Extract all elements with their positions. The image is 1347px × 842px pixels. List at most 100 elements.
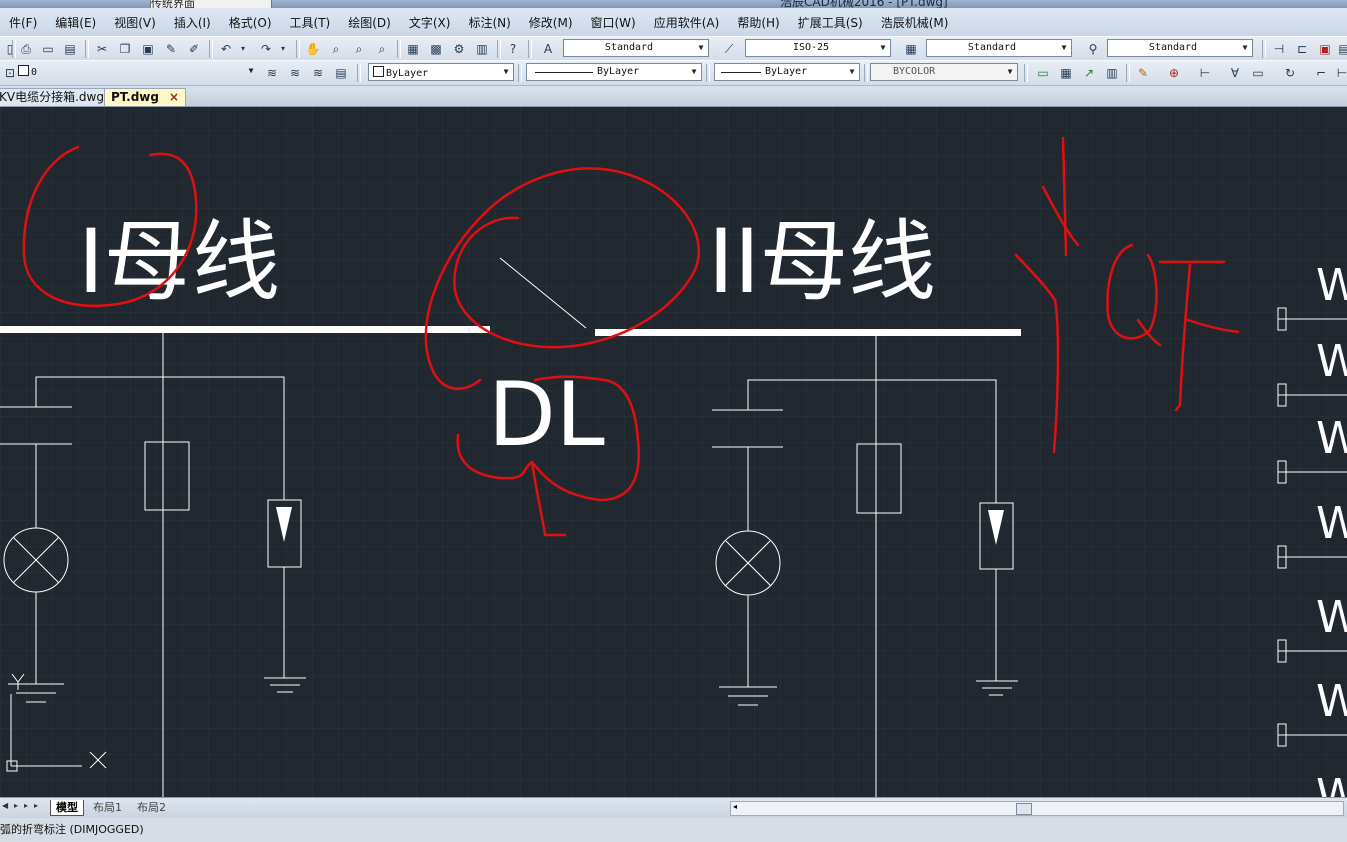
- zoom-previous-icon[interactable]: ⌕: [374, 41, 390, 57]
- plotstyle-value: BYCOLOR: [893, 66, 936, 77]
- toolbar-separator: [497, 40, 501, 58]
- layer-tool-icon[interactable]: ▤: [1336, 41, 1347, 57]
- tool-palettes-icon[interactable]: ⚙: [451, 41, 467, 57]
- bus1-bar[interactable]: [0, 326, 490, 333]
- osnap-icon[interactable]: ⊕: [1166, 65, 1182, 81]
- bus2-bar[interactable]: [595, 329, 1021, 336]
- pencil-icon[interactable]: ✎: [1135, 65, 1151, 81]
- tab-layout1[interactable]: 布局1: [88, 800, 127, 815]
- refresh-icon[interactable]: ↻: [1282, 65, 1298, 81]
- scroll-thumb[interactable]: [1016, 803, 1032, 815]
- redo-icon[interactable]: ↷: [258, 41, 274, 57]
- menu-text[interactable]: 文字(X): [400, 14, 460, 31]
- calculator-icon[interactable]: ▥: [474, 41, 490, 57]
- tab-pt[interactable]: PT.dwg ×: [104, 88, 187, 106]
- table-style-combo[interactable]: Standard ▼: [926, 39, 1072, 57]
- layer-tool-icon[interactable]: ⊣: [1271, 41, 1287, 57]
- properties-icon[interactable]: ▦: [405, 41, 421, 57]
- menu-insert[interactable]: 插入(I): [165, 14, 220, 31]
- plotstyle-combo[interactable]: BYCOLOR ▼: [870, 63, 1018, 81]
- drawing-canvas[interactable]: I母线 II母线 DL W W W W W W W: [0, 107, 1347, 797]
- terminal-label: W: [1316, 498, 1347, 549]
- menu-modify[interactable]: 修改(M): [520, 14, 582, 31]
- last-tab-icon[interactable]: ▸: [34, 801, 38, 810]
- workspace-combo[interactable]: 传统界面: [150, 0, 272, 8]
- layer-previous-icon[interactable]: ≋: [287, 65, 303, 81]
- menu-tools[interactable]: 工具(T): [281, 14, 340, 31]
- toolbar-separator: [357, 64, 361, 82]
- lineweight-combo[interactable]: ByLayer ▼: [714, 63, 860, 81]
- pan-icon[interactable]: ✋: [305, 41, 321, 57]
- menu-window[interactable]: 窗口(W): [582, 14, 645, 31]
- zoom-window-icon[interactable]: ⌕: [351, 41, 367, 57]
- dim-style-icon: ⟋: [724, 42, 734, 56]
- bus2-label[interactable]: II母线: [708, 210, 936, 313]
- toolbar-separator: [12, 40, 16, 58]
- prev-tab-icon[interactable]: ▸: [14, 801, 18, 810]
- redo-dropdown-icon[interactable]: ▾: [278, 41, 288, 57]
- mleader-style-icon: ⚲: [1088, 42, 1098, 56]
- color-swatch: [373, 66, 384, 77]
- make-current-layer-icon[interactable]: ≋: [264, 65, 280, 81]
- block-editor-icon[interactable]: ✐: [186, 41, 202, 57]
- dim-tool-icon[interactable]: ▭: [1250, 65, 1266, 81]
- spline-icon[interactable]: ↗: [1081, 65, 1097, 81]
- toolbar-separator: [85, 40, 89, 58]
- chevron-down-icon: ▼: [1061, 43, 1067, 52]
- terminal-label: W: [1316, 592, 1347, 643]
- menu-help[interactable]: 帮助(H): [728, 14, 788, 31]
- tab-layout2[interactable]: 布局2: [132, 800, 171, 815]
- table-icon[interactable]: ▥: [1104, 65, 1120, 81]
- leader-icon[interactable]: ⌐: [1313, 65, 1329, 81]
- layer-value: 0: [18, 65, 240, 78]
- undo-dropdown-icon[interactable]: ▾: [238, 41, 248, 57]
- toolbar-separator: [296, 40, 300, 58]
- menu-view[interactable]: 视图(V): [105, 14, 165, 31]
- title-bar: 传统界面 浩辰CAD机械2016 - [PT.dwg]: [0, 0, 1347, 8]
- polyline-icon[interactable]: ▭: [1035, 65, 1051, 81]
- menu-draw[interactable]: 绘图(D): [339, 14, 400, 31]
- hatch-icon[interactable]: ▦: [1058, 65, 1074, 81]
- menu-mech[interactable]: 浩辰机械(M): [872, 14, 958, 31]
- first-tab-icon[interactable]: ◀: [2, 801, 8, 810]
- text-style-combo[interactable]: Standard ▼: [563, 39, 709, 57]
- linetype-combo[interactable]: ByLayer ▼: [526, 63, 702, 81]
- layer-tool-icon[interactable]: ▣: [1317, 41, 1333, 57]
- next-tab-icon[interactable]: ▸: [24, 801, 28, 810]
- bus1-label[interactable]: I母线: [78, 210, 280, 313]
- mleader-style-combo[interactable]: Standard ▼: [1107, 39, 1253, 57]
- menu-ext-tools[interactable]: 扩展工具(S): [789, 14, 872, 31]
- help-icon[interactable]: ?: [505, 41, 521, 57]
- layer-match-icon[interactable]: ▤: [333, 65, 349, 81]
- cut-icon[interactable]: ✂: [94, 41, 110, 57]
- menu-file[interactable]: 件(F): [0, 14, 46, 31]
- layer-tool-icon[interactable]: ⊏: [1294, 41, 1310, 57]
- menu-dimension[interactable]: 标注(N): [459, 14, 519, 31]
- dim-tool-icon[interactable]: ∀: [1227, 65, 1243, 81]
- menu-apps[interactable]: 应用软件(A): [645, 14, 729, 31]
- layer-isolate-icon[interactable]: ≋: [310, 65, 326, 81]
- horizontal-scrollbar[interactable]: ◂: [730, 801, 1344, 816]
- close-icon[interactable]: ×: [169, 90, 179, 104]
- color-combo[interactable]: ByLayer ▼: [368, 63, 514, 81]
- dim-tool-icon[interactable]: ⊢: [1197, 65, 1213, 81]
- dim-style-value: ISO-25: [792, 42, 830, 53]
- undo-icon[interactable]: ↶: [218, 41, 234, 57]
- menu-format[interactable]: 格式(O): [220, 14, 281, 31]
- print-preview-icon[interactable]: ▭: [40, 41, 56, 57]
- publish-icon[interactable]: ▤: [62, 41, 78, 57]
- copy-icon[interactable]: ❐: [117, 41, 133, 57]
- match-properties-icon[interactable]: ✎: [163, 41, 179, 57]
- tab-model[interactable]: 模型: [50, 800, 84, 816]
- dim-tool-icon[interactable]: ⊢: [1334, 65, 1347, 81]
- dim-style-combo[interactable]: ISO-25 ▼: [745, 39, 891, 57]
- menu-edit[interactable]: 编辑(E): [46, 14, 105, 31]
- tab-kv-cable[interactable]: KV电缆分接箱.dwg: [0, 88, 111, 106]
- design-center-icon[interactable]: ▩: [428, 41, 444, 57]
- paste-icon[interactable]: ▣: [140, 41, 156, 57]
- tab-label: KV电缆分接箱.dwg: [0, 90, 104, 104]
- zoom-realtime-icon[interactable]: ⌕: [328, 41, 344, 57]
- scroll-left-icon[interactable]: ◂: [733, 802, 737, 811]
- print-icon[interactable]: ⎙: [18, 41, 34, 57]
- layer-combo[interactable]: 0 ▼: [14, 63, 258, 81]
